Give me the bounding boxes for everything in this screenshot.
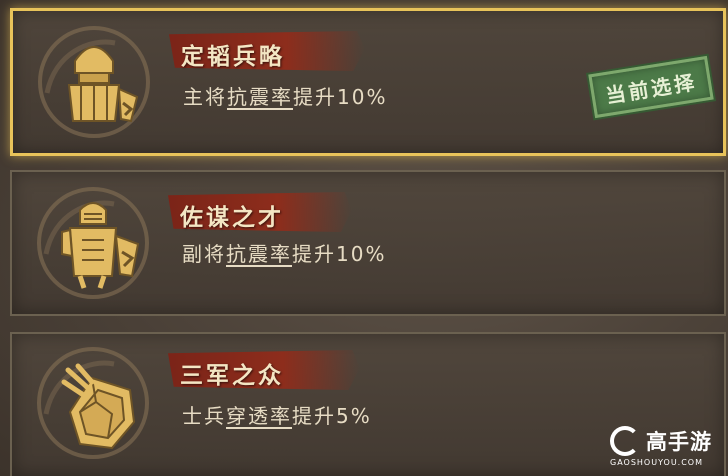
commander-helmet-icon	[38, 26, 150, 138]
card-description: 副将抗震率提升10%	[182, 238, 386, 267]
desc-effect: 提升10%	[292, 242, 387, 266]
card-title: 三军之众	[180, 363, 284, 389]
talent-card-2[interactable]: 佐谋之才 副将抗震率提升10%	[10, 170, 726, 316]
watermark-brand: 高手游	[646, 430, 712, 454]
deputy-warrior-icon	[37, 187, 149, 299]
watermark-url: GAOSHOUYOU.COM	[610, 458, 704, 467]
desc-effect: 提升5%	[292, 404, 372, 428]
stamp-label: 当前选择	[603, 69, 699, 108]
stat-keyword-link[interactable]: 抗震率	[226, 242, 292, 266]
stat-keyword-link[interactable]: 穿透率	[226, 404, 292, 428]
desc-target: 主将	[183, 85, 227, 109]
card-title: 佐谋之才	[180, 205, 284, 231]
desc-target: 士兵	[182, 404, 226, 428]
desc-effect: 提升10%	[293, 85, 388, 109]
desc-target: 副将	[182, 242, 226, 266]
current-selection-stamp: 当前选择	[588, 55, 714, 119]
card-title: 定韬兵略	[181, 44, 285, 70]
site-watermark: 高手游 GAOSHOUYOU.COM	[610, 426, 720, 470]
broken-shield-icon	[37, 347, 149, 459]
talent-card-1[interactable]: 定韬兵略 主将抗震率提升10% 当前选择	[10, 8, 726, 156]
stat-keyword-link[interactable]: 抗震率	[227, 85, 293, 109]
card-description: 士兵穿透率提升5%	[182, 400, 372, 429]
brand-logo-icon	[610, 426, 640, 456]
card-description: 主将抗震率提升10%	[183, 81, 387, 110]
